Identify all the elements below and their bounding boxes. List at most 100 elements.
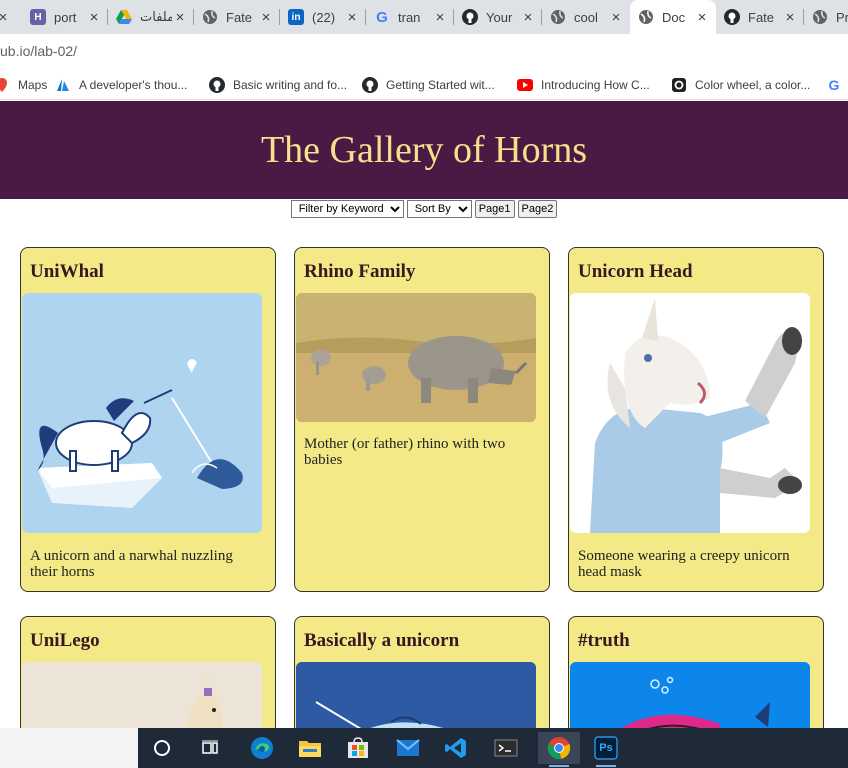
address-bar[interactable]: ub.io/lab-02/ bbox=[0, 34, 848, 70]
tab-title: cool bbox=[574, 9, 598, 25]
store-icon[interactable] bbox=[342, 732, 374, 764]
page1-button[interactable]: Page1 bbox=[474, 200, 515, 218]
tab-title: Fate bbox=[226, 9, 253, 25]
file-explorer-icon[interactable] bbox=[294, 732, 326, 764]
google-icon: G bbox=[828, 77, 840, 93]
bookmark-label: A developer's thou... bbox=[79, 78, 188, 92]
bookmark-getting-started[interactable]: Getting Started wit... bbox=[362, 76, 495, 94]
horn-card: UniLego bbox=[20, 616, 276, 728]
taskbar-search-box[interactable] bbox=[0, 728, 138, 768]
active-indicator bbox=[549, 765, 569, 767]
card-title: Rhino Family bbox=[304, 261, 416, 282]
tab-partial[interactable]: × bbox=[0, 0, 14, 34]
github-icon bbox=[362, 77, 378, 93]
globe-icon bbox=[638, 9, 654, 25]
web-page: The Gallery of Horns Filter by Keyword S… bbox=[0, 101, 848, 728]
bookmark-google[interactable]: G bbox=[826, 76, 848, 94]
card-image-narwhal bbox=[296, 662, 536, 728]
close-icon[interactable]: × bbox=[782, 9, 798, 26]
globe-icon bbox=[202, 9, 218, 25]
page-header: The Gallery of Horns bbox=[0, 101, 848, 199]
google-drive-icon bbox=[116, 9, 132, 25]
horn-card: Basically a unicorn bbox=[294, 616, 550, 728]
url-text[interactable]: ub.io/lab-02/ bbox=[0, 43, 77, 59]
page2-button[interactable]: Page2 bbox=[517, 200, 558, 218]
card-title: #truth bbox=[578, 630, 630, 651]
tab-1[interactable]: ملفات × bbox=[108, 0, 194, 34]
bookmark-introducing[interactable]: Introducing How C... bbox=[517, 76, 650, 94]
controls-bar: Filter by Keyword Sort By Page1 Page2 bbox=[0, 200, 848, 218]
browser-window: × H port × ملفات × Fate × in (22) × G tr… bbox=[0, 0, 848, 768]
card-image-rhino bbox=[296, 293, 536, 422]
bookmark-maps[interactable]: Maps bbox=[0, 76, 47, 94]
tab-3[interactable]: in (22) × bbox=[280, 0, 366, 34]
card-image-truth bbox=[570, 662, 810, 728]
close-icon[interactable]: × bbox=[172, 9, 188, 26]
card-title: UniLego bbox=[30, 630, 100, 651]
running-indicator bbox=[596, 765, 616, 767]
tab-title: tran bbox=[398, 9, 421, 25]
github-icon bbox=[724, 9, 740, 25]
horn-card: UniWhal A unicorn and a narwhal nuzzling… bbox=[20, 247, 276, 592]
bookmark-developer[interactable]: A developer's thou... bbox=[55, 76, 187, 94]
task-view-icon[interactable] bbox=[194, 732, 226, 764]
tab-8[interactable]: Fate × bbox=[716, 0, 804, 34]
card-title: UniWhal bbox=[30, 261, 104, 282]
bookmark-label: Basic writing and fo... bbox=[233, 78, 348, 92]
close-icon[interactable]: × bbox=[258, 9, 274, 26]
github-icon bbox=[462, 9, 478, 25]
bookmark-color-wheel[interactable]: Color wheel, a color... bbox=[671, 76, 810, 94]
bookmarks-bar: Maps A developer's thou... Basic writing… bbox=[0, 70, 848, 100]
bookmark-label: Color wheel, a color... bbox=[695, 78, 811, 92]
maps-icon bbox=[0, 77, 10, 93]
card-title: Unicorn Head bbox=[578, 261, 693, 282]
close-icon[interactable]: × bbox=[86, 9, 102, 26]
card-description: Someone wearing a creepy unicorn head ma… bbox=[578, 548, 790, 580]
sort-select[interactable]: Sort By bbox=[406, 200, 472, 218]
close-icon[interactable]: × bbox=[344, 9, 360, 26]
youtube-icon bbox=[517, 77, 533, 93]
close-icon[interactable]: × bbox=[432, 9, 448, 26]
card-description: Mother (or father) rhino with two babies bbox=[304, 436, 506, 468]
photoshop-icon[interactable]: Ps bbox=[590, 732, 622, 767]
globe-icon bbox=[812, 9, 828, 25]
tab-title: Pr bbox=[836, 9, 848, 25]
close-icon[interactable]: × bbox=[0, 9, 8, 26]
horn-card: #truth bbox=[568, 616, 824, 728]
close-icon[interactable]: × bbox=[520, 9, 536, 26]
tab-title: port bbox=[54, 9, 77, 25]
tab-title: Doc bbox=[662, 9, 686, 25]
tab-9[interactable]: Pr bbox=[804, 0, 848, 34]
filter-select[interactable]: Filter by Keyword bbox=[290, 200, 404, 218]
github-icon bbox=[209, 77, 225, 93]
card-image-uniwhal bbox=[22, 293, 262, 533]
card-image-unilego bbox=[22, 662, 262, 728]
chrome-icon[interactable] bbox=[538, 732, 580, 767]
globe-icon bbox=[550, 9, 566, 25]
tab-title: Your bbox=[486, 9, 513, 25]
canva-icon bbox=[671, 77, 687, 93]
close-icon[interactable]: × bbox=[694, 9, 710, 26]
card-title: Basically a unicorn bbox=[304, 630, 460, 651]
tab-6[interactable]: cool × bbox=[542, 0, 630, 34]
horn-card: Rhino Family Mother (or father) rhino wi… bbox=[294, 247, 550, 592]
edge-icon[interactable] bbox=[246, 732, 278, 764]
tab-4[interactable]: G tran × bbox=[366, 0, 454, 34]
bookmark-label: Maps bbox=[18, 78, 48, 92]
azure-icon bbox=[55, 77, 71, 93]
tab-7-active[interactable]: Doc × bbox=[630, 0, 716, 34]
close-icon[interactable]: × bbox=[608, 9, 624, 26]
vscode-icon[interactable] bbox=[440, 732, 472, 764]
linkedin-icon: in bbox=[288, 9, 304, 25]
search-icon[interactable] bbox=[146, 732, 178, 764]
bookmark-label: Getting Started wit... bbox=[386, 78, 495, 92]
horn-card: Unicorn Head Someone wearing a creepy un… bbox=[568, 247, 824, 592]
tab-2[interactable]: Fate × bbox=[194, 0, 280, 34]
tab-5[interactable]: Your × bbox=[454, 0, 542, 34]
terminal-icon[interactable] bbox=[490, 732, 522, 764]
tab-title: Fate bbox=[748, 9, 775, 25]
mail-icon[interactable] bbox=[392, 732, 424, 764]
bookmark-basic-writing[interactable]: Basic writing and fo... bbox=[209, 76, 347, 94]
google-icon: G bbox=[376, 8, 388, 26]
tab-0[interactable]: H port × bbox=[22, 0, 108, 34]
